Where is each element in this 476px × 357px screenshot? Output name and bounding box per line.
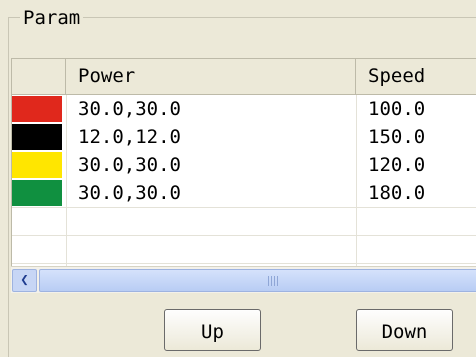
color-swatch <box>12 152 62 178</box>
empty-row-divider <box>12 235 476 236</box>
empty-row-divider <box>12 207 476 208</box>
speed-cell: 180.0 <box>368 182 426 204</box>
up-button[interactable]: Up <box>164 309 261 351</box>
column-header-color[interactable] <box>12 59 66 94</box>
table-row[interactable]: 30.0,30.0 180.0 <box>12 179 476 207</box>
color-swatch <box>12 124 62 150</box>
color-swatch <box>12 96 62 122</box>
group-title: Param <box>20 7 84 29</box>
down-button[interactable]: Down <box>356 309 453 351</box>
param-table[interactable]: Power Speed 30.0,30.0 100.0 12.0,12.0 15… <box>11 58 476 268</box>
power-cell: 12.0,12.0 <box>78 126 181 148</box>
scroll-left-button[interactable]: ❮ <box>12 269 37 292</box>
power-cell: 30.0,30.0 <box>78 98 181 120</box>
scrollbar-thumb[interactable] <box>39 269 476 292</box>
table-row[interactable]: 30.0,30.0 120.0 <box>12 151 476 179</box>
color-swatch <box>12 180 62 206</box>
horizontal-scrollbar[interactable]: ❮ <box>11 266 476 293</box>
empty-row-divider <box>12 263 476 264</box>
table-row[interactable]: 12.0,12.0 150.0 <box>12 123 476 151</box>
table-row[interactable]: 30.0,30.0 100.0 <box>12 95 476 123</box>
speed-cell: 150.0 <box>368 126 426 148</box>
grip-icon <box>268 276 280 286</box>
power-cell: 30.0,30.0 <box>78 154 181 176</box>
chevron-left-icon: ❮ <box>20 272 29 288</box>
table-header: Power Speed <box>12 59 476 95</box>
column-header-speed[interactable]: Speed <box>356 59 476 94</box>
speed-cell: 100.0 <box>368 98 426 120</box>
column-header-power[interactable]: Power <box>66 59 356 94</box>
power-cell: 30.0,30.0 <box>78 182 181 204</box>
speed-cell: 120.0 <box>368 154 426 176</box>
